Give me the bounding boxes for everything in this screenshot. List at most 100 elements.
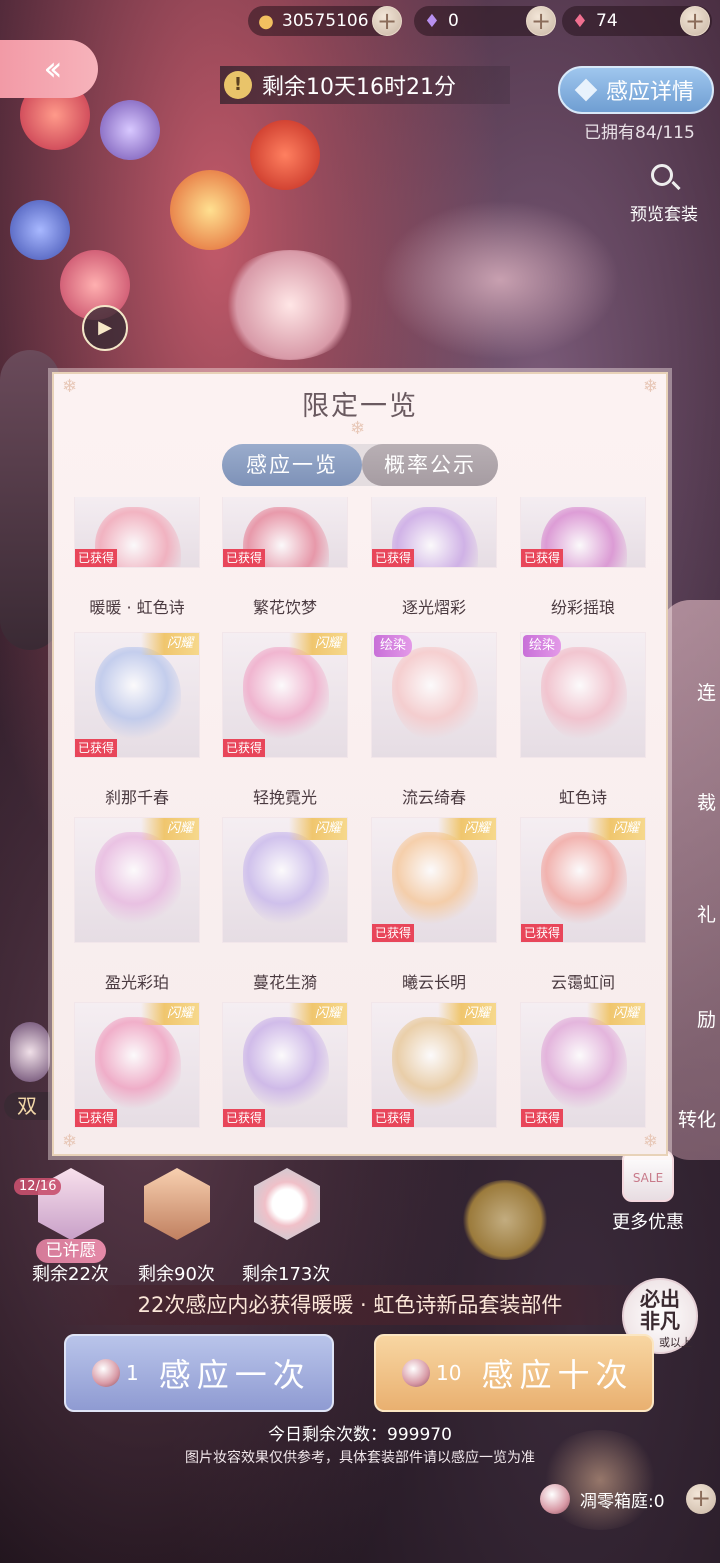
item-thumbnail: 闪耀已获得 xyxy=(222,1002,348,1128)
obtained-tag: 已获得 xyxy=(521,924,564,942)
item-thumbnail: 已获得 xyxy=(74,497,200,568)
magnifier-icon xyxy=(645,160,683,198)
tab-induction-list[interactable]: 感应一览 xyxy=(222,444,362,486)
item-name: 云霭虹间 xyxy=(550,973,615,992)
event-timer: ! 剩余10天16时21分 xyxy=(220,66,510,104)
item-thumbnail: 闪耀 已获得 xyxy=(520,1002,646,1128)
shine-badge: 闪耀 xyxy=(289,633,347,655)
side-label-4[interactable]: 励 xyxy=(680,1005,720,1032)
item-thumbnail: 闪耀 xyxy=(222,817,348,943)
warning-icon: ! xyxy=(224,71,252,99)
shine-badge: 闪耀 xyxy=(141,818,199,840)
add-diamonds-button[interactable]: + xyxy=(526,6,556,36)
item-art xyxy=(392,1017,478,1113)
more-deals-button[interactable]: SALE 更多优惠 xyxy=(606,1150,690,1234)
wish-progress-badge: 12/16 xyxy=(14,1178,62,1195)
remaining-count-3: 剩余173次 xyxy=(242,1264,331,1285)
shine-badge: 闪耀 xyxy=(587,1003,645,1025)
modal-title: 限定一览 xyxy=(302,391,418,422)
obtained-tag: 已获得 xyxy=(75,739,118,757)
pull-once-button[interactable]: 1 感应一次 xyxy=(64,1334,334,1412)
item-name: 刹那千春 xyxy=(104,788,169,807)
item-thumbnail: 闪耀已获得 xyxy=(371,817,497,943)
grid-item[interactable]: 闪耀蔓花生漪 xyxy=(222,817,350,993)
item-art xyxy=(95,647,181,743)
modal-tabs: 概率公示 感应一览 xyxy=(222,444,498,486)
grid-item[interactable]: 绘染虹色诗 xyxy=(520,632,648,808)
obtained-tag: 已获得 xyxy=(372,1109,415,1127)
item-art xyxy=(243,1017,329,1113)
item-name: 纷彩摇琅 xyxy=(550,598,615,617)
add-coins-button[interactable]: + xyxy=(372,6,402,36)
item-thumbnail: 闪耀 已获得 xyxy=(74,632,200,758)
item-grid: 已获得 暖暖 · 虹色诗 已获得 繁花饮梦 已获得 逐光熠彩 已获得 纷彩摇琅 闪耀 已获得 刹那千… xyxy=(74,497,654,1137)
obtained-tag: 已获得 xyxy=(372,549,415,567)
guarantee-banner: 22次感应内必获得暖暖 · 虹色诗新品套装部件 xyxy=(50,1285,650,1325)
add-crystals-button[interactable]: + xyxy=(680,6,710,36)
obtained-tag: 已获得 xyxy=(223,549,266,567)
grid-item[interactable]: 已获得繁花饮梦 xyxy=(222,497,350,618)
item-name: 盈光彩珀 xyxy=(104,973,169,992)
garden-orb-icon xyxy=(540,1484,570,1514)
item-name: 暖暖 · 虹色诗 xyxy=(89,598,185,617)
grid-item[interactable]: 已获得 纷彩摇琅 xyxy=(520,497,648,618)
limited-list-modal: ❄ ❄ ❄ ❄ ❄ 限定一览 概率公示 感应一览 已获得 暖暖 · 虹色诗 已获得繁… xyxy=(52,372,668,1156)
grid-item[interactable]: 闪耀 已获得 xyxy=(74,1002,202,1128)
item-art xyxy=(243,832,329,928)
grid-item[interactable]: 绘染 流云绮春 xyxy=(371,632,499,808)
item-thumbnail: 闪耀 xyxy=(74,817,200,943)
grid-item[interactable]: 已获得 逐光熠彩 xyxy=(371,497,499,618)
item-name: 蔓花生漪 xyxy=(252,973,317,992)
item-thumbnail: 已获得 xyxy=(520,497,646,568)
withered-garden-counter: 凋零箱庭:0 xyxy=(540,1482,665,1516)
back-arrow-icon: ‹‹ xyxy=(43,49,62,89)
dye-badge: 绘染 xyxy=(523,635,562,657)
item-name: 轻挽霓光 xyxy=(252,788,317,807)
shine-badge: 闪耀 xyxy=(438,818,496,840)
wish-tile-3[interactable] xyxy=(242,1168,332,1240)
side-label-1[interactable]: 连 xyxy=(680,678,720,705)
grid-item[interactable]: 闪耀已获得云霭虹间 xyxy=(520,817,648,993)
item-thumbnail: 闪耀 已获得 xyxy=(74,1002,200,1128)
side-label-5[interactable]: 转化 xyxy=(664,1105,720,1132)
grid-item[interactable]: 闪耀 已获得 xyxy=(371,1002,499,1128)
cat-coin-icon: ● xyxy=(258,10,274,32)
character-thumbnail xyxy=(144,1168,210,1240)
obtained-tag: 已获得 xyxy=(223,1109,266,1127)
grid-item[interactable]: 闪耀 已获得 轻挽霓光 xyxy=(222,632,350,808)
side-label-2[interactable]: 裁 xyxy=(680,788,720,815)
item-name: 繁花饮梦 xyxy=(252,598,317,617)
item-art xyxy=(243,647,329,743)
back-button[interactable]: ‹‹ xyxy=(0,40,98,98)
grid-item[interactable]: 闪耀 已获得刹那千春 xyxy=(74,632,202,808)
grid-item[interactable]: 闪耀已获得曦云长明 xyxy=(371,817,499,993)
shine-badge: 闪耀 xyxy=(289,818,347,840)
left-side-panel[interactable]: 双 xyxy=(0,1000,50,1120)
shine-badge: 闪耀 xyxy=(587,818,645,840)
shine-badge: 闪耀 xyxy=(289,1003,347,1025)
grid-item[interactable]: 闪耀盈光彩珀 xyxy=(74,817,202,993)
item-art xyxy=(392,832,478,928)
item-thumbnail: 闪耀 已获得 xyxy=(371,1002,497,1128)
wish-tile-2[interactable] xyxy=(132,1168,222,1240)
item-name: 曦云长明 xyxy=(401,973,466,992)
grid-item[interactable]: 已获得暖暖 · 虹色诗 xyxy=(74,497,202,618)
obtained-tag: 已获得 xyxy=(75,1109,118,1127)
induction-details-button[interactable]: 感应详情 xyxy=(558,66,714,114)
side-label-3[interactable]: 礼 xyxy=(680,900,720,927)
preview-outfit-button[interactable]: 预览套装 xyxy=(622,160,706,225)
add-garden-button[interactable]: + xyxy=(686,1484,716,1514)
grid-item[interactable]: 闪耀已获得 xyxy=(222,1002,350,1128)
item-name: 流云绮春 xyxy=(401,788,466,807)
grid-item[interactable]: 闪耀 已获得 xyxy=(520,1002,648,1128)
owned-count: 已拥有84/115 xyxy=(584,123,695,143)
item-art xyxy=(392,647,478,743)
remaining-count-1: 剩余22次 xyxy=(32,1264,109,1285)
obtained-tag: 已获得 xyxy=(372,924,415,942)
item-name: 虹色诗 xyxy=(558,788,607,807)
pull-ten-button[interactable]: 10 感应十次 xyxy=(374,1334,654,1412)
pink-diamond-icon: ♦ xyxy=(571,10,589,32)
portrait-thumbnail xyxy=(254,1168,320,1240)
tab-probability[interactable]: 概率公示 xyxy=(362,444,498,486)
play-video-button[interactable]: ▶ xyxy=(82,305,128,351)
